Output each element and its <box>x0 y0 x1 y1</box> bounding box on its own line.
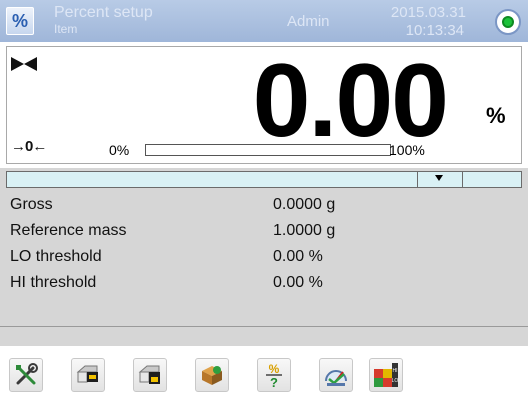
weight-unit[interactable]: % <box>486 105 506 127</box>
info-divider <box>0 326 528 327</box>
mode-title: Percent setup <box>54 4 153 21</box>
capacity-bargraph <box>145 144 391 156</box>
settings-tools-icon <box>16 363 38 385</box>
threshold-strip <box>6 171 522 188</box>
mode-icon-glyph: % <box>11 11 28 31</box>
info-row-gross: Gross 0.0000 g <box>0 196 528 222</box>
svg-text:HI: HI <box>393 368 398 374</box>
top-bar: % Percent setup Item Admin 2015.03.31 10… <box>0 0 528 42</box>
info-row-label: LO threshold <box>10 248 102 265</box>
bar-min-label: 0% <box>109 142 130 158</box>
status-ok-icon[interactable] <box>495 9 521 35</box>
weight-value: 0.00 <box>252 43 449 159</box>
status-dot <box>502 16 514 28</box>
info-rows: Gross 0.0000 g Reference mass 1.0000 g L… <box>0 196 528 300</box>
info-row-value: 0.00 % <box>273 248 323 265</box>
tare-value-button[interactable] <box>133 358 167 392</box>
user-name[interactable]: Admin <box>287 14 330 29</box>
percent-help-button[interactable]: % ? <box>257 358 291 392</box>
info-row-label: Gross <box>10 196 53 213</box>
tare-value-icon <box>138 365 160 384</box>
info-panel: Gross 0.0000 g Reference mass 1.0000 g L… <box>0 168 528 346</box>
stable-indicator-icon <box>11 57 37 71</box>
zero-indicator-icon: →0← <box>11 138 47 155</box>
info-row-reference-mass: Reference mass 1.0000 g <box>0 222 528 248</box>
time: 10:13:34 <box>405 22 464 39</box>
info-row-lo-threshold: LO threshold 0.00 % <box>0 248 528 274</box>
tare-database-button[interactable] <box>71 358 105 392</box>
threshold-hi-mark <box>462 172 463 187</box>
svg-text:LO: LO <box>392 378 399 384</box>
info-row-label: HI threshold <box>10 274 97 291</box>
info-row-hi-threshold: HI threshold 0.00 % <box>0 274 528 300</box>
bar-max-label: 100% <box>389 142 425 158</box>
percent-mode-icon[interactable]: % <box>6 7 34 35</box>
reference-mass-gauge-icon <box>325 370 347 386</box>
tare-database-icon <box>76 365 98 383</box>
thresholds-hi-lo-icon: HI LO <box>374 363 399 387</box>
settings-button[interactable] <box>9 358 43 392</box>
info-row-label: Reference mass <box>10 222 127 239</box>
date: 2015.03.31 <box>390 4 466 21</box>
reference-mass-button[interactable] <box>319 358 353 392</box>
pointer-arrow-icon <box>435 175 443 181</box>
info-row-value: 0.00 % <box>273 274 323 291</box>
thresholds-button[interactable]: HI LO <box>369 358 403 392</box>
info-row-value: 1.0000 g <box>273 222 336 239</box>
svg-text:%: % <box>269 362 280 376</box>
bottom-toolbar: % ? HI LO <box>0 346 528 402</box>
svg-text:?: ? <box>270 375 278 388</box>
products-button[interactable] <box>195 358 229 392</box>
threshold-lo-mark <box>417 172 418 187</box>
mode-subtitle: Item <box>54 22 78 36</box>
info-row-value: 0.0000 g <box>273 196 336 213</box>
percent-question-icon: % ? <box>266 362 282 388</box>
weighing-display: →0← 0.00 % 0% 100% <box>6 46 522 164</box>
product-box-icon <box>202 366 222 385</box>
